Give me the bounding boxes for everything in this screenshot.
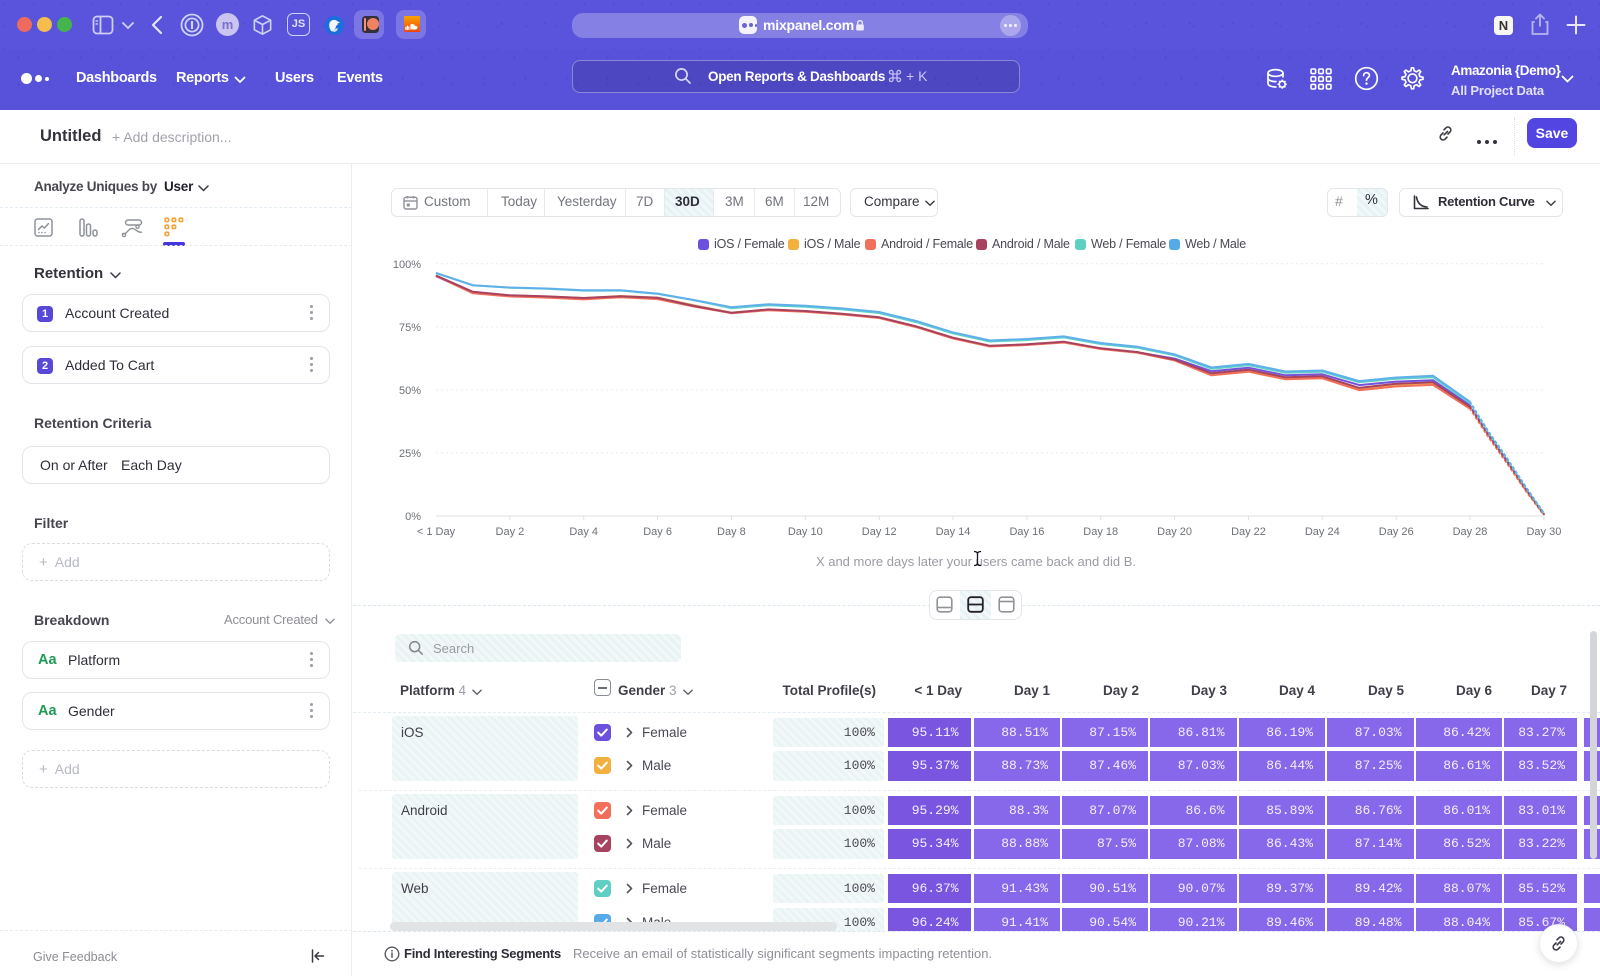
svg-text:Day 14: Day 14 (936, 526, 971, 538)
svg-text:Day 26: Day 26 (1379, 526, 1414, 538)
svg-text:Day 6: Day 6 (643, 526, 672, 538)
svg-text:Day 12: Day 12 (862, 526, 897, 538)
svg-text:Day 2: Day 2 (496, 526, 525, 538)
svg-text:Day 24: Day 24 (1305, 526, 1340, 538)
svg-text:50%: 50% (399, 385, 421, 397)
svg-text:100%: 100% (393, 259, 421, 271)
svg-text:0%: 0% (405, 511, 421, 523)
svg-text:Day 20: Day 20 (1157, 526, 1192, 538)
svg-text:75%: 75% (399, 322, 421, 334)
svg-text:Day 28: Day 28 (1453, 526, 1488, 538)
svg-text:Day 10: Day 10 (788, 526, 823, 538)
svg-text:25%: 25% (399, 448, 421, 460)
svg-text:Day 22: Day 22 (1231, 526, 1266, 538)
svg-text:Day 16: Day 16 (1009, 526, 1044, 538)
svg-text:Day 18: Day 18 (1083, 526, 1118, 538)
svg-text:Day 30: Day 30 (1526, 526, 1561, 538)
svg-text:< 1 Day: < 1 Day (417, 526, 456, 538)
svg-text:Day 4: Day 4 (569, 526, 598, 538)
svg-text:Day 8: Day 8 (717, 526, 746, 538)
